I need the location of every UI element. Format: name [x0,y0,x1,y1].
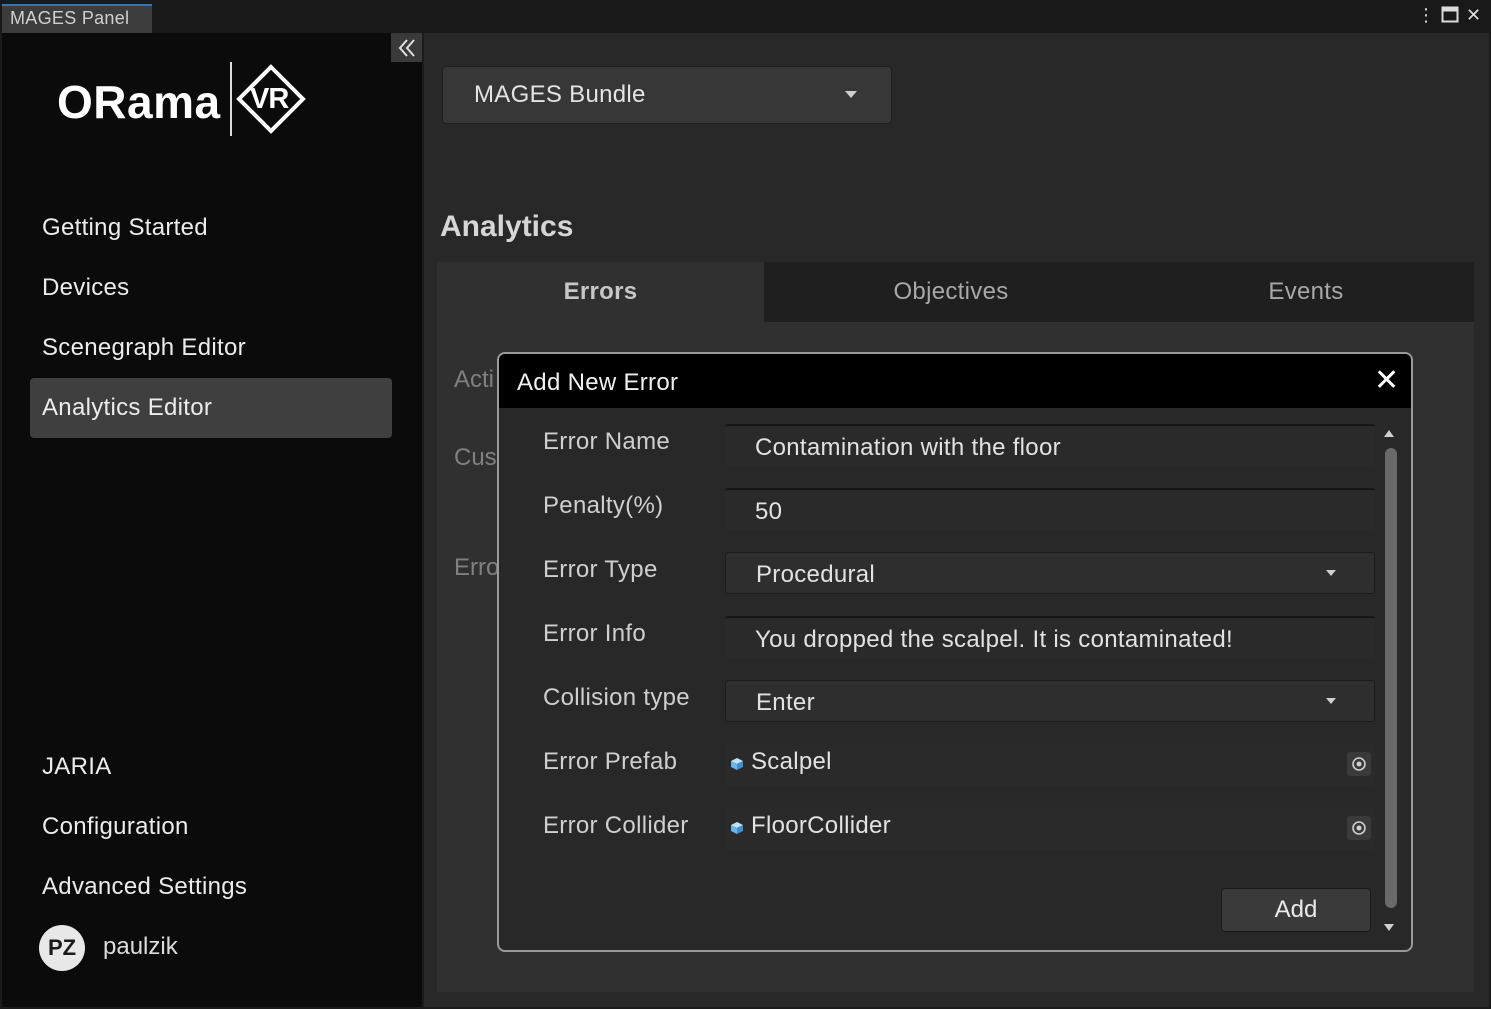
logo-vr-mark: VR [236,64,306,134]
logo-text: ORama [57,76,221,128]
error-name-label: Error Name [543,428,671,455]
error-prefab-value: Scalpel [751,748,832,775]
background-label-errors: Erro [454,554,500,581]
logo-vr-text: VR [250,83,289,115]
logo-divider [230,62,232,136]
modal-scrollbar[interactable] [1379,424,1401,939]
prefab-cube-icon [731,758,743,770]
collision-type-label: Collision type [543,684,690,711]
error-collider-value: FloorCollider [751,812,891,839]
scroll-up-icon[interactable] [1384,430,1394,437]
scroll-thumb[interactable] [1385,448,1397,908]
sidebar-item-advanced-settings[interactable]: Advanced Settings [30,857,392,917]
maximize-icon[interactable] [1441,6,1459,27]
prefab-cube-icon [731,822,743,834]
object-picker-icon[interactable] [1347,816,1371,840]
error-collider-object-field[interactable]: FloorCollider [725,808,1375,850]
background-label-custom: Cus [454,444,497,471]
sidebar-item-getting-started[interactable]: Getting Started [30,198,392,258]
error-prefab-object-field[interactable]: Scalpel [725,744,1375,786]
tab-errors[interactable]: Errors [437,262,764,322]
add-button[interactable]: Add [1221,888,1371,932]
bundle-dropdown-value: MAGES Bundle [474,81,646,108]
chevron-down-icon [1326,698,1336,704]
window-title: MAGES Panel [10,8,130,28]
penalty-label: Penalty(%) [543,492,664,519]
error-type-dropdown[interactable]: Procedural [725,552,1375,594]
kebab-menu-icon[interactable]: ⋮ [1417,5,1435,25]
modal-title: Add New Error [517,369,679,396]
error-prefab-label: Error Prefab [543,748,678,775]
error-collider-label: Error Collider [543,812,689,839]
background-label-actions: Acti [454,366,495,393]
collision-type-value: Enter [756,689,815,716]
error-type-value: Procedural [756,561,876,588]
double-chevron-left-icon [398,39,415,57]
sidebar-item-configuration[interactable]: Configuration [30,797,392,857]
add-new-error-modal: Add New Error ✕ Error Name Contamination… [497,352,1413,952]
penalty-input[interactable]: 50 [725,488,1375,530]
error-name-value: Contamination with the floor [755,434,1061,461]
window-titlebar [0,0,1491,33]
error-info-value: You dropped the scalpel. It is contamina… [755,626,1233,653]
username: paulzik [103,933,178,960]
orama-vr-logo: ORama [57,75,221,129]
section-title: Analytics [440,210,574,243]
sidebar-item-analytics-editor[interactable]: Analytics Editor [30,378,392,438]
object-picker-icon[interactable] [1347,752,1371,776]
scroll-down-icon[interactable] [1384,924,1394,931]
tab-objectives[interactable]: Objectives [776,262,1126,322]
error-name-input[interactable]: Contamination with the floor [725,424,1375,466]
chevron-down-icon [1326,570,1336,576]
sidebar-item-devices[interactable]: Devices [30,258,392,318]
penalty-value: 50 [755,498,783,525]
collision-type-dropdown[interactable]: Enter [725,680,1375,722]
sidebar-item-scenegraph-editor[interactable]: Scenegraph Editor [30,318,392,378]
error-info-input[interactable]: You dropped the scalpel. It is contamina… [725,616,1375,658]
user-avatar[interactable]: PZ [39,925,85,971]
error-type-label: Error Type [543,556,658,583]
close-icon[interactable]: ✕ [1466,5,1481,25]
tab-events[interactable]: Events [1138,262,1474,322]
sidebar-item-jaria[interactable]: JARIA [30,737,392,797]
close-icon[interactable]: ✕ [1374,366,1399,396]
collapse-sidebar-button[interactable] [391,33,422,62]
error-info-label: Error Info [543,620,647,647]
chevron-down-icon [845,91,857,98]
